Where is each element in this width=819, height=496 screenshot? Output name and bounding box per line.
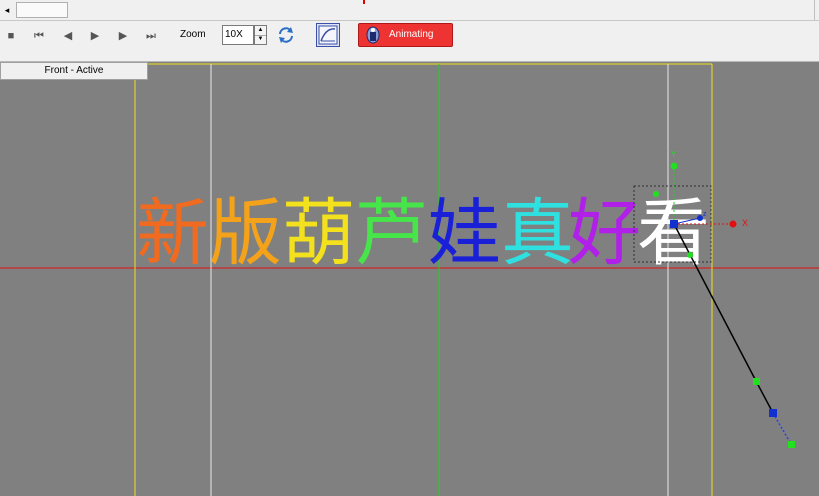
gizmo-x-label: X [742, 218, 748, 228]
gizmo-y-label: Y [671, 150, 677, 159]
glyph-4[interactable]: 娃 [428, 191, 501, 276]
glyph-2[interactable]: 葫 [282, 191, 355, 276]
scrollbar-end [814, 0, 815, 21]
glyph-5[interactable]: 真 [501, 191, 574, 276]
glyph-3[interactable]: 芦 [355, 191, 428, 276]
glyph-0[interactable]: 新 [136, 191, 209, 276]
step-back-button[interactable]: ◀ [58, 27, 78, 45]
curve-view-button[interactable] [316, 23, 340, 47]
step-forward-button[interactable]: ▶ [113, 27, 133, 45]
toolbar: ■ ⏮ ◀ ▶ ▶ ⏭ Zoom 10X ▲ ▼ Animating [0, 21, 819, 62]
viewport-canvas[interactable]: 新 版 葫 芦 娃 真 好 看 Y X z [0, 62, 819, 496]
gizmo-center[interactable] [670, 220, 678, 228]
animating-label: Animating [389, 29, 434, 40]
scroll-left-arrow-icon[interactable]: ◂ [0, 2, 14, 18]
zoom-input[interactable]: 10X [222, 25, 254, 45]
refresh-icon[interactable] [276, 25, 296, 45]
zoom-down-icon[interactable]: ▼ [255, 35, 266, 44]
motion-path-segment[interactable] [755, 380, 774, 414]
animating-toggle-button[interactable]: Animating [358, 23, 453, 47]
timeline-marker [363, 0, 365, 4]
keyframe-point[interactable] [769, 409, 777, 417]
gizmo-rotate-handle[interactable] [653, 191, 659, 197]
gizmo-z-label: z [703, 211, 707, 218]
motion-path[interactable] [673, 223, 757, 382]
play-button[interactable]: ▶ [85, 27, 105, 45]
keyframe-handle[interactable] [753, 378, 760, 385]
curve-graph-icon [318, 25, 338, 45]
glyph-6[interactable]: 好 [568, 191, 641, 276]
keyframe-handle[interactable] [788, 441, 795, 448]
stop-button[interactable]: ■ [1, 27, 21, 45]
scrollbar-thumb[interactable] [16, 2, 68, 18]
gizmo-scale-handle[interactable] [687, 252, 693, 258]
gizmo-y-handle[interactable] [670, 162, 678, 170]
glyph-1[interactable]: 版 [209, 191, 282, 276]
gizmo-x-handle[interactable] [729, 220, 737, 228]
rewind-button[interactable]: ⏮ [29, 27, 49, 45]
go-to-end-button[interactable]: ⏭ [141, 27, 161, 45]
animation-record-icon [366, 26, 380, 44]
zoom-label: Zoom [180, 29, 206, 40]
horizontal-scrollbar[interactable]: ◂ [0, 0, 819, 21]
zoom-stepper[interactable]: ▲ ▼ [254, 25, 267, 45]
viewport-tab[interactable]: Front - Active [0, 62, 148, 80]
motion-path-tangent[interactable] [772, 412, 792, 445]
